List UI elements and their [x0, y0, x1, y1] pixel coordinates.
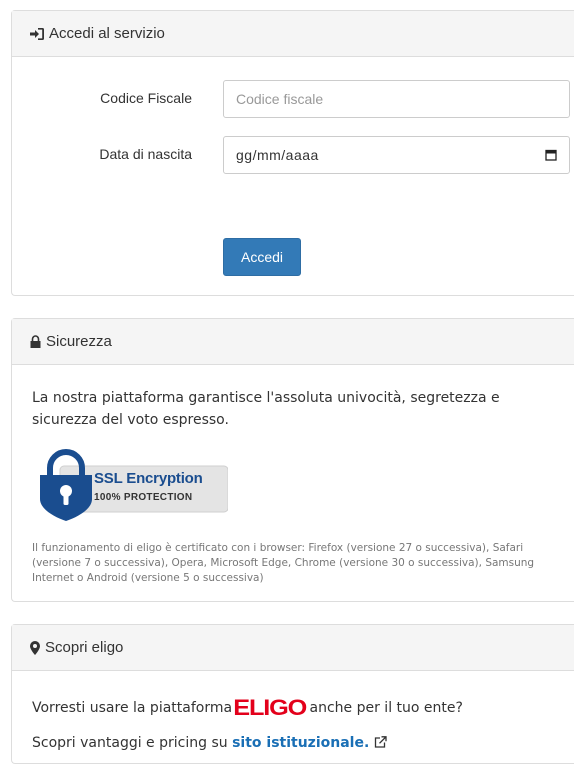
discover-line1-suffix: anche per il tuo ente?: [309, 700, 463, 716]
fiscal-code-placeholder: Codice fiscale: [236, 91, 324, 107]
fiscal-code-input[interactable]: Codice fiscale: [223, 80, 570, 118]
security-description: La nostra piattaforma garantisce l'assol…: [32, 390, 500, 428]
birth-date-placeholder: gg/mm/aaaa: [236, 147, 319, 163]
login-submit-button[interactable]: Accedi: [223, 238, 301, 276]
ssl-badge-title: SSL Encryption: [94, 470, 203, 487]
login-panel-heading: Accedi al servizio: [12, 11, 574, 57]
discover-line-2: Scopri vantaggi e pricing su sito istitu…: [32, 732, 562, 754]
security-panel-heading: Sicurezza: [12, 319, 574, 365]
institutional-site-link[interactable]: sito istituzionale.: [232, 735, 369, 751]
birth-date-input[interactable]: gg/mm/aaaa: [223, 136, 570, 174]
lock-icon: [30, 335, 41, 348]
external-link-icon[interactable]: [374, 736, 387, 748]
security-panel: Sicurezza La nostra piattaforma garantis…: [11, 318, 574, 602]
calendar-icon[interactable]: [545, 149, 557, 161]
discover-panel: Scopri eligo Vorresti usare la piattafor…: [11, 624, 574, 764]
discover-line1-prefix: Vorresti usare la piattaforma: [32, 700, 233, 716]
login-panel: Accedi al servizio Codice Fiscale Codice…: [11, 10, 574, 296]
fiscal-code-label: Codice Fiscale: [100, 90, 192, 106]
discover-line-1: Vorresti usare la piattaformaELIGO anche …: [32, 697, 562, 719]
sign-in-icon: [30, 27, 44, 40]
discover-panel-heading: Scopri eligo: [12, 625, 574, 671]
eligo-logo: ELIGO: [233, 695, 307, 720]
discover-title: Scopri eligo: [45, 639, 124, 656]
browsers-note: Il funzionamento di eligo è certificato …: [32, 542, 535, 584]
security-title: Sicurezza: [46, 333, 112, 350]
map-marker-icon: [30, 640, 40, 655]
login-title: Accedi al servizio: [49, 25, 165, 42]
ssl-badge-subtitle: 100% PROTECTION: [94, 492, 193, 503]
discover-line2-prefix: Scopri vantaggi e pricing su: [32, 735, 228, 751]
birth-date-label: Data di nascita: [99, 146, 192, 162]
